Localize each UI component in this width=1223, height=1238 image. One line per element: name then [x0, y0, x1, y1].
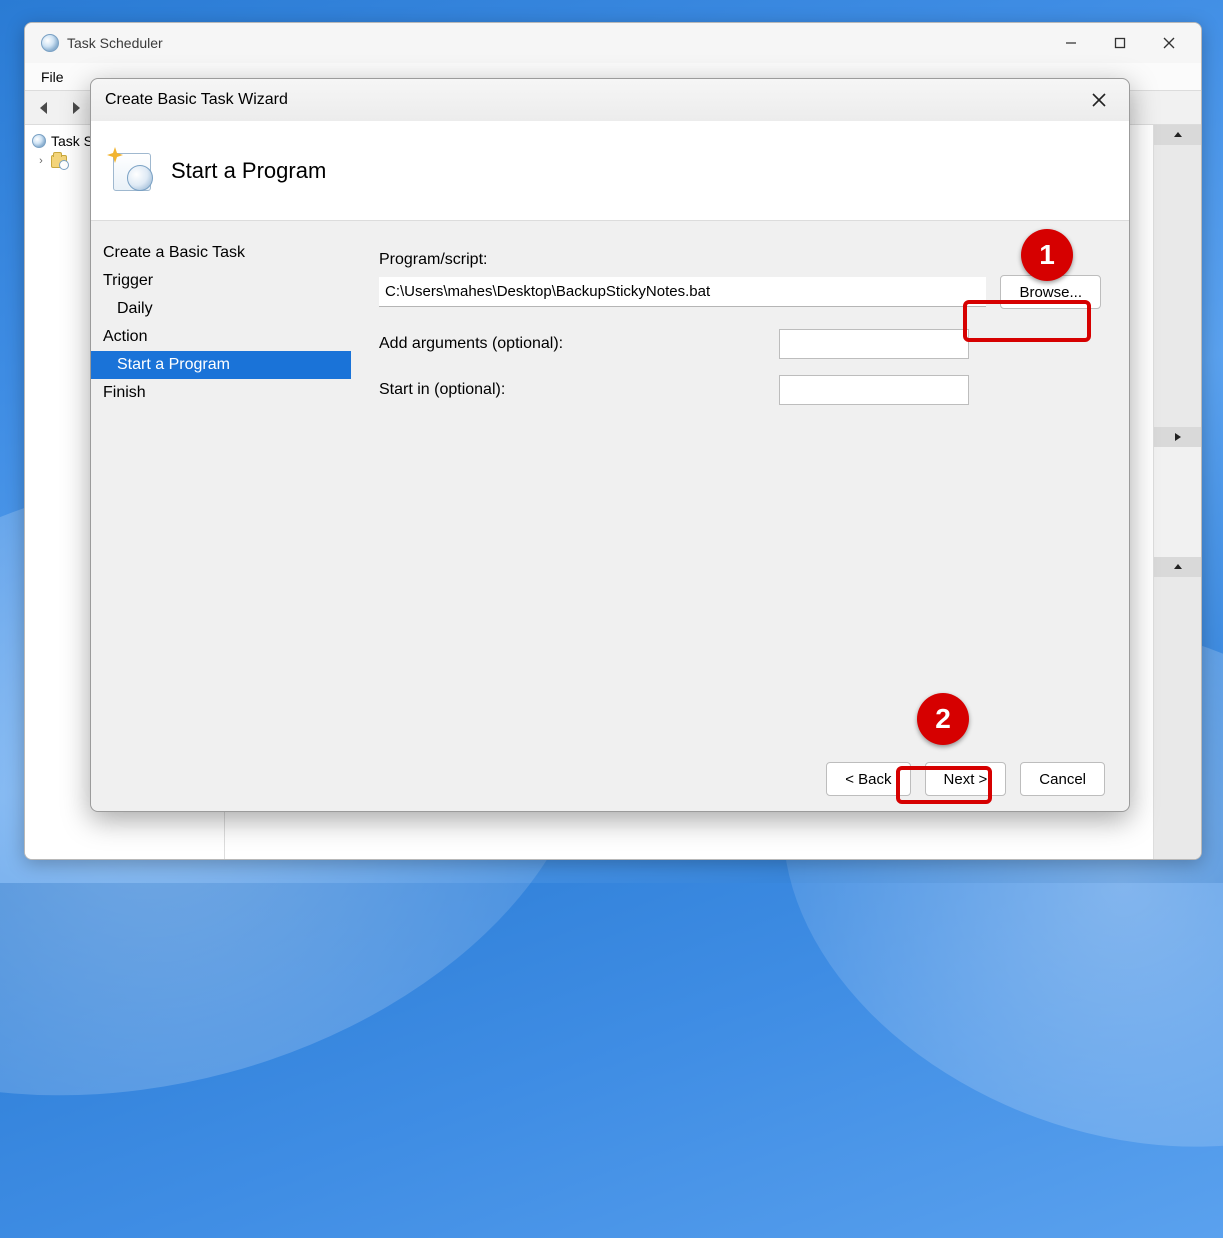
step-trigger-daily[interactable]: Daily	[91, 295, 351, 323]
tree-expander-icon[interactable]: ›	[35, 155, 47, 167]
wizard-header: Start a Program	[91, 121, 1129, 221]
annotation-marker-1: 1	[1021, 229, 1073, 281]
wizard-close-button[interactable]	[1079, 85, 1119, 115]
annotation-marker-2: 2	[917, 693, 969, 745]
wizard-titlebar: Create Basic Task Wizard	[91, 79, 1129, 121]
main-titlebar: Task Scheduler	[25, 23, 1201, 63]
nav-forward-button[interactable]	[63, 95, 89, 121]
maximize-button[interactable]	[1096, 27, 1144, 59]
create-basic-task-wizard: Create Basic Task Wizard Start a Program…	[90, 78, 1130, 812]
scroll-up-button-2[interactable]	[1154, 557, 1201, 577]
scroll-track-2[interactable]	[1154, 577, 1201, 859]
step-action[interactable]: Action	[91, 323, 351, 351]
main-title: Task Scheduler	[67, 35, 1047, 51]
wizard-header-icon	[109, 149, 155, 193]
actions-pane	[1153, 125, 1201, 859]
annotation-highlight-browse	[963, 300, 1091, 342]
scroll-right-button[interactable]	[1154, 427, 1201, 447]
annotation-highlight-next	[896, 766, 992, 804]
cancel-button[interactable]: Cancel	[1020, 762, 1105, 796]
menu-file[interactable]: File	[31, 65, 74, 89]
add-arguments-label: Add arguments (optional):	[379, 335, 759, 353]
start-in-input[interactable]	[779, 375, 969, 405]
minimize-button[interactable]	[1047, 27, 1095, 59]
step-create-basic-task[interactable]: Create a Basic Task	[91, 239, 351, 267]
step-finish[interactable]: Finish	[91, 379, 351, 407]
wizard-header-title: Start a Program	[171, 158, 326, 184]
wizard-title: Create Basic Task Wizard	[101, 91, 1079, 109]
nav-back-button[interactable]	[31, 95, 57, 121]
folder-clock-icon	[51, 155, 67, 168]
program-script-input[interactable]	[379, 277, 986, 307]
scroll-up-button[interactable]	[1154, 125, 1201, 145]
step-start-a-program[interactable]: Start a Program	[91, 351, 351, 379]
program-script-label: Program/script:	[379, 251, 1101, 269]
wizard-steps: Create a Basic Task Trigger Daily Action…	[91, 221, 351, 747]
app-icon	[41, 34, 59, 52]
add-arguments-input[interactable]	[779, 329, 969, 359]
close-button[interactable]	[1145, 27, 1193, 59]
scroll-track[interactable]	[1154, 145, 1201, 427]
clock-icon	[32, 134, 46, 148]
step-trigger[interactable]: Trigger	[91, 267, 351, 295]
start-in-label: Start in (optional):	[379, 381, 759, 399]
